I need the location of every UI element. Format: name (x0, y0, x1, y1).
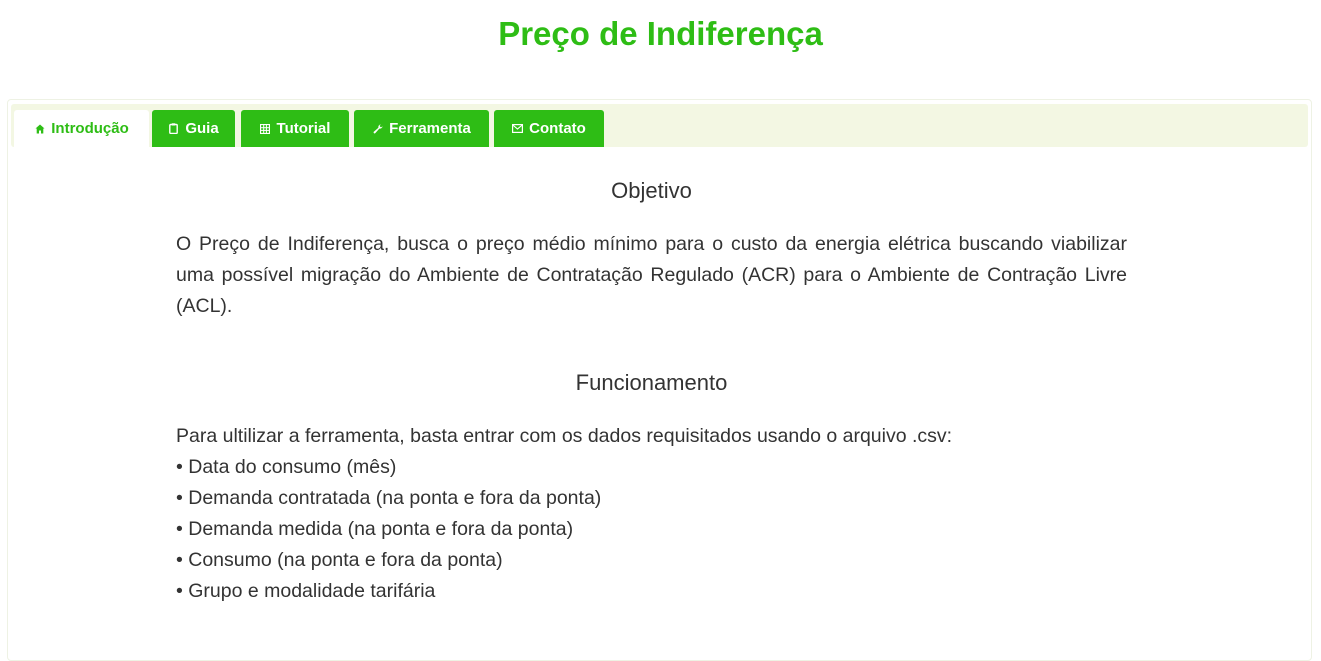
objetivo-heading: Objetivo (611, 178, 692, 203)
tab-label: Introdução (51, 120, 129, 137)
tab-label: Tutorial (276, 120, 331, 137)
tab-tutorial[interactable]: Tutorial (241, 110, 349, 147)
home-icon (34, 123, 45, 134)
page-title: Preço de Indiferença (498, 15, 823, 52)
wrench-icon (372, 123, 383, 134)
clipboard-icon (168, 123, 179, 134)
list-item: • Demanda medida (na ponta e fora da pon… (176, 518, 574, 540)
list-item: • Consumo (na ponta e fora da ponta) (176, 549, 503, 571)
tab-label: Guia (185, 120, 219, 137)
tab-guia[interactable]: Guia (152, 110, 235, 147)
tab-introducao[interactable]: Introdução (14, 110, 149, 147)
tab-ferramenta[interactable]: Ferramenta (354, 110, 489, 147)
funcionamento-heading: Funcionamento (575, 370, 728, 395)
tab-label: Contato (529, 120, 586, 137)
grid-icon (260, 123, 271, 134)
list-item: • Grupo e modalidade tarifária (176, 580, 436, 602)
funcionamento-intro: Para ultilizar a ferramenta, basta entra… (176, 425, 953, 447)
envelope-icon (512, 123, 524, 134)
requirements-list: • Data do consumo (mês) • Demanda contra… (176, 452, 1127, 607)
tab-strip: Introdução Guia Tutorial Ferramenta Cont (11, 104, 1308, 147)
list-item: • Data do consumo (mês) (176, 456, 397, 478)
list-item: • Demanda contratada (na ponta e fora da… (176, 487, 602, 509)
tab-label: Ferramenta (389, 120, 471, 137)
objetivo-text: O Preço de Indiferença, busca o preço mé… (176, 233, 1127, 317)
intro-content: Objetivo O Preço de Indiferença, busca o… (176, 175, 1127, 607)
tab-contato[interactable]: Contato (494, 110, 604, 147)
